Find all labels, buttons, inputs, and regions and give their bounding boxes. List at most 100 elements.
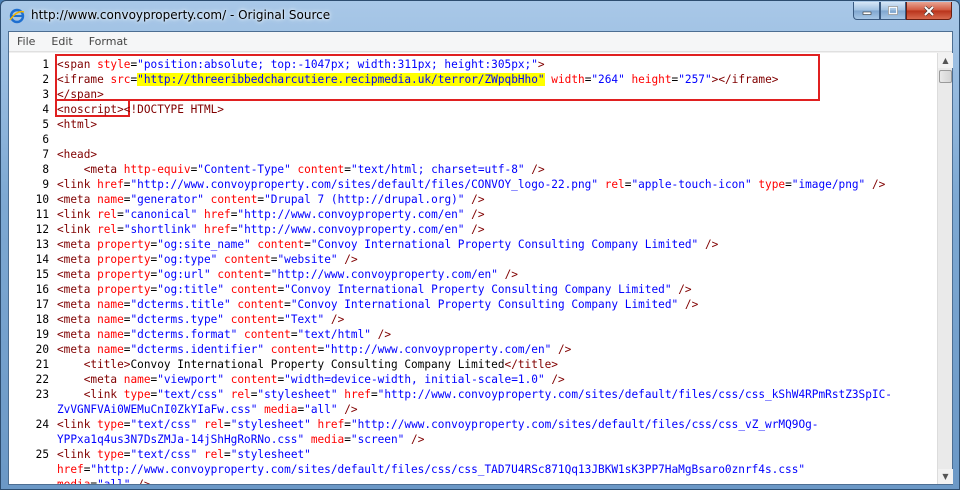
menu-file[interactable]: File — [9, 32, 43, 52]
code-token: name — [97, 328, 124, 341]
minimize-icon — [862, 11, 871, 15]
code-token: "og:type" — [157, 253, 218, 266]
code-token: rel — [230, 388, 251, 401]
scroll-up-arrow-icon[interactable]: ▲ — [938, 53, 953, 68]
line-code: <meta property="og:url" content="http://… — [57, 267, 518, 282]
code-token: "text/html" — [297, 328, 371, 341]
menu-edit[interactable]: Edit — [43, 32, 80, 52]
source-line: 7 <head> — [9, 147, 97, 162]
source-line: 9 <link href = "http://www.convoyproperty.c… — [9, 177, 885, 192]
code-token: style — [97, 58, 131, 71]
line-number: 8 — [42, 163, 49, 176]
code-token: property — [97, 283, 151, 296]
code-token: media — [264, 403, 298, 416]
code-token: name — [97, 298, 124, 311]
code-token: = — [117, 208, 124, 221]
code-token: property — [97, 268, 151, 281]
code-token: <meta — [57, 298, 98, 311]
title-bar[interactable]: http://www.convoyproperty.com/ - Origina… — [1, 1, 959, 31]
code-token: "og:url" — [157, 268, 211, 281]
line-code: <link rel="canonical" href="http://www.c… — [57, 207, 485, 222]
line-code: href="http://www.convoyproperty.com/site… — [57, 462, 805, 477]
code-token: content — [237, 298, 285, 311]
maximize-button[interactable] — [880, 2, 906, 20]
source-line: ZvVGNFVAi0WEMuCnI0ZkYIaFw.css" media="al… — [9, 402, 358, 417]
source-line: media="all" /> — [9, 477, 151, 484]
code-token: "canonical" — [123, 208, 198, 221]
code-token: </title> — [504, 358, 558, 371]
code-token: rel — [203, 448, 225, 461]
code-token: content — [230, 283, 278, 296]
code-token: <link — [83, 388, 124, 401]
scroll-down-arrow-icon[interactable]: ▼ — [938, 469, 953, 484]
close-button[interactable] — [906, 2, 952, 20]
code-token: property — [97, 238, 151, 251]
source-line: 10 <meta name="generator" content="Drupal… — [9, 192, 485, 207]
code-token: <head> — [57, 148, 98, 161]
code-token: type — [123, 388, 151, 401]
code-token: media — [57, 478, 90, 484]
code-token: name — [123, 373, 151, 386]
code-token: "website" — [277, 253, 338, 266]
code-token: = — [284, 298, 291, 311]
code-token: type — [97, 418, 124, 431]
source-line: 23 <link type="text/css" rel="stylesheet… — [9, 387, 892, 402]
code-token: <link — [57, 178, 98, 191]
code-token: "text/css" — [157, 388, 224, 401]
code-token: = — [344, 418, 351, 431]
vertical-scrollbar[interactable]: ▲ ▼ — [937, 53, 953, 484]
line-number: 21 — [35, 358, 49, 371]
code-token: "264" — [591, 73, 625, 86]
code-token: <title> — [83, 358, 131, 371]
line-number: 1 — [42, 58, 49, 71]
code-token: "Drupal 7 (http://drupal.org)" — [264, 193, 465, 206]
source-code-view[interactable]: 1 <span style="position:absolute; top:-10… — [9, 53, 937, 484]
code-token: "all" — [304, 403, 338, 416]
code-token: "text/html; charset=utf-8" — [350, 163, 525, 176]
line-number: 13 — [35, 238, 49, 251]
line-number: 18 — [35, 313, 49, 326]
code-token: /> — [684, 298, 699, 311]
code-token: "image/png" — [791, 178, 866, 191]
maximize-icon — [888, 6, 898, 15]
code-token: "http://www.convoyproperty.com/en" — [237, 208, 465, 221]
code-token: "screen" — [350, 433, 405, 446]
code-token: <link — [57, 223, 98, 236]
code-token: /> — [344, 253, 358, 266]
code-token: "text/css" — [130, 418, 198, 431]
code-token: /> — [344, 403, 358, 416]
code-token: <noscript> — [57, 103, 124, 116]
code-token: "dcterms.format" — [130, 328, 238, 341]
minimize-button[interactable] — [853, 2, 880, 20]
source-line: 16 <meta property="og:title" content="Con… — [9, 282, 692, 297]
code-token: /> — [471, 208, 485, 221]
menu-format[interactable]: Format — [81, 32, 136, 52]
code-token: type — [758, 178, 786, 191]
line-number: 3 — [42, 88, 49, 101]
code-token: content — [270, 343, 318, 356]
source-line: 11 <link rel="canonical" href="http://www… — [9, 207, 485, 222]
line-number: 11 — [35, 208, 49, 221]
scroll-thumb[interactable] — [939, 70, 952, 83]
close-icon — [923, 5, 935, 16]
code-token: <meta — [57, 268, 98, 281]
line-code: <link rel="shortlink" href="http://www.c… — [57, 222, 485, 237]
code-token: "shortlink" — [123, 223, 198, 236]
code-token: /> — [871, 178, 886, 191]
code-token: "apple-touch-icon" — [631, 178, 752, 191]
line-number: 23 — [35, 388, 49, 401]
code-token: "257" — [678, 73, 712, 86]
code-token: content — [230, 373, 278, 386]
code-token: "dcterms.type" — [130, 313, 224, 326]
code-token: "og:title" — [157, 283, 224, 296]
window-title: http://www.convoyproperty.com/ - Origina… — [31, 8, 331, 22]
client-area: File Edit Format 1 <span style="position:… — [8, 31, 953, 485]
code-token: "Convoy International Property Consultin… — [284, 283, 672, 296]
